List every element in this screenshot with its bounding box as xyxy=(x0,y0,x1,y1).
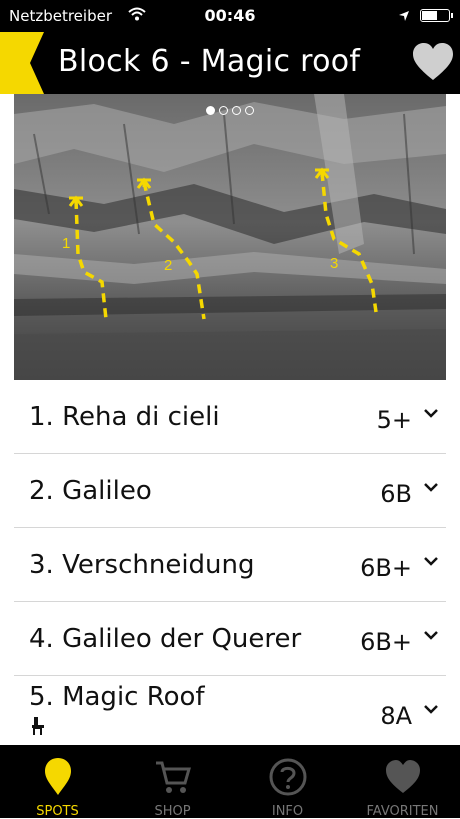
chevron-down-icon[interactable] xyxy=(424,630,438,640)
route-list: 1. Reha di cieli 5+ 2. Galileo 6B 3. Ver… xyxy=(14,380,446,746)
battery-icon xyxy=(420,9,453,22)
tab-label: SPOTS xyxy=(36,804,79,819)
map-pin-icon xyxy=(45,758,71,795)
route-grade: 6B+ xyxy=(360,628,412,656)
route-name: 4. Galileo der Querer xyxy=(29,624,302,654)
favorite-heart-icon[interactable] xyxy=(412,42,454,82)
chevron-down-icon[interactable] xyxy=(424,482,438,492)
route-number-2: 2 xyxy=(164,257,172,274)
route-name: 3. Verschneidung xyxy=(29,550,255,580)
heart-icon xyxy=(386,760,420,793)
route-name: 2. Galileo xyxy=(29,476,152,506)
page-dot[interactable] xyxy=(206,106,215,115)
page-title: Block 6 - Magic roof xyxy=(58,44,361,79)
route-number-1: 1 xyxy=(62,235,70,252)
chevron-down-icon[interactable] xyxy=(424,704,438,714)
bottom-tab-bar: SPOTS SHOP INFO FAVORITEN xyxy=(0,745,460,819)
chevron-down-icon[interactable] xyxy=(424,556,438,566)
page-dot[interactable] xyxy=(219,106,228,115)
clock: 00:46 xyxy=(204,6,256,25)
route-row-1[interactable]: 1. Reha di cieli 5+ xyxy=(14,380,446,454)
back-flag-icon[interactable] xyxy=(0,32,44,94)
shopping-cart-icon xyxy=(156,761,191,793)
route-row-4[interactable]: 4. Galileo der Querer 6B+ xyxy=(14,602,446,676)
route-grade: 6B+ xyxy=(360,554,412,582)
route-name: 1. Reha di cieli xyxy=(29,402,220,432)
tab-info[interactable]: INFO xyxy=(230,745,345,819)
route-grade: 8A xyxy=(380,702,412,730)
status-bar: Netzbetreiber 00:46 xyxy=(0,0,460,32)
tab-label: INFO xyxy=(271,804,304,819)
topo-photo[interactable]: 1 2 3 xyxy=(14,94,446,380)
tab-shop[interactable]: SHOP xyxy=(115,745,230,819)
route-grade: 6B xyxy=(380,480,412,508)
tab-spots[interactable]: SPOTS xyxy=(0,745,115,819)
route-number-3: 3 xyxy=(330,255,338,272)
location-arrow-icon xyxy=(398,8,410,26)
route-name: 5. Magic Roof xyxy=(29,682,205,712)
top-bar: Block 6 - Magic roof xyxy=(0,32,460,94)
child-chair-icon xyxy=(32,717,44,735)
question-circle-icon xyxy=(269,758,307,796)
route-row-5[interactable]: 5. Magic Roof 8A xyxy=(14,676,446,746)
page-dot[interactable] xyxy=(245,106,254,115)
page-dot[interactable] xyxy=(232,106,241,115)
tab-favoriten[interactable]: FAVORITEN xyxy=(345,745,460,819)
chevron-down-icon[interactable] xyxy=(424,408,438,418)
tab-label: FAVORITEN xyxy=(366,804,439,819)
route-grade: 5+ xyxy=(376,406,412,434)
page-indicator[interactable] xyxy=(0,100,460,119)
route-row-2[interactable]: 2. Galileo 6B xyxy=(14,454,446,528)
tab-label: SHOP xyxy=(154,804,191,819)
route-row-3[interactable]: 3. Verschneidung 6B+ xyxy=(14,528,446,602)
